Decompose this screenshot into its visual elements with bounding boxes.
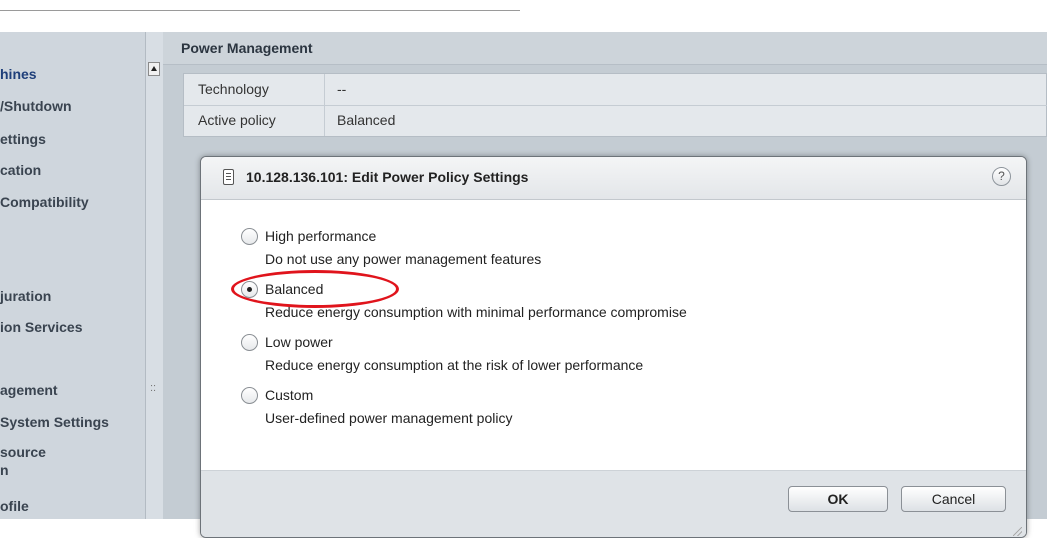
sidebar-item-power-management[interactable]: agement bbox=[0, 382, 150, 398]
help-icon[interactable]: ? bbox=[992, 167, 1011, 186]
radio-custom[interactable] bbox=[241, 387, 258, 404]
dialog-titlebar[interactable]: 10.128.136.101: Edit Power Policy Settin… bbox=[201, 157, 1026, 200]
radio-high-performance[interactable] bbox=[241, 228, 258, 245]
option-description: Reduce energy consumption with minimal p… bbox=[265, 304, 687, 320]
host-server-icon bbox=[223, 169, 234, 185]
navigation-sidebar: hines /Shutdown ettings cation Compatibi… bbox=[0, 32, 163, 519]
top-divider bbox=[0, 10, 520, 11]
sidebar-item-resource[interactable]: source bbox=[0, 444, 150, 460]
splitter-grip-icon[interactable]: :: bbox=[150, 382, 156, 394]
property-row-active-policy: Active policy Balanced bbox=[184, 105, 1047, 136]
radio-low-power[interactable] bbox=[241, 334, 258, 351]
ok-button[interactable]: OK bbox=[788, 486, 888, 512]
option-label[interactable]: High performance bbox=[265, 228, 376, 244]
option-description: Reduce energy consumption at the risk of… bbox=[265, 357, 644, 373]
sidebar-scrollbar[interactable]: :: bbox=[145, 32, 163, 519]
cancel-button[interactable]: Cancel bbox=[901, 486, 1006, 512]
property-value: Balanced bbox=[337, 112, 396, 128]
sidebar-item-settings[interactable]: ettings bbox=[0, 131, 150, 147]
sidebar-item-compatibility[interactable]: Compatibility bbox=[0, 194, 150, 210]
properties-table: Technology -- Active policy Balanced bbox=[183, 73, 1047, 137]
section-title: Power Management bbox=[181, 40, 313, 56]
scroll-up-arrow-icon[interactable] bbox=[148, 62, 160, 76]
edit-power-policy-dialog: 10.128.136.101: Edit Power Policy Settin… bbox=[200, 156, 1027, 538]
sidebar-item-configuration[interactable]: juration bbox=[0, 288, 150, 304]
option-description: User-defined power management policy bbox=[265, 410, 513, 426]
sidebar-item-profile[interactable]: ofile bbox=[0, 498, 150, 514]
sidebar-item-location[interactable]: cation bbox=[0, 162, 150, 178]
option-label[interactable]: Balanced bbox=[265, 281, 323, 297]
option-description: Do not use any power management features bbox=[265, 251, 542, 267]
property-key-cell: Active policy bbox=[184, 105, 325, 136]
property-key-cell: Technology bbox=[184, 74, 325, 105]
top-area bbox=[0, 0, 1047, 12]
sidebar-item-resource-line2[interactable]: n bbox=[0, 462, 150, 478]
resize-handle-icon[interactable] bbox=[1013, 527, 1022, 536]
option-label[interactable]: Low power bbox=[265, 334, 333, 350]
property-value: -- bbox=[337, 81, 347, 97]
sidebar-item-services[interactable]: ion Services bbox=[0, 319, 150, 335]
radio-balanced[interactable] bbox=[241, 281, 258, 298]
property-key: Active policy bbox=[198, 112, 276, 128]
dialog-footer: OK Cancel bbox=[201, 470, 1026, 537]
sidebar-item-virtual-machines[interactable]: hines bbox=[0, 66, 150, 82]
section-header: Power Management bbox=[163, 32, 1047, 65]
property-key: Technology bbox=[198, 81, 269, 97]
option-label[interactable]: Custom bbox=[265, 387, 313, 403]
property-row-technology: Technology -- bbox=[184, 74, 1047, 106]
sidebar-item-startup-shutdown[interactable]: /Shutdown bbox=[0, 98, 150, 114]
sidebar-item-system-settings[interactable]: System Settings bbox=[0, 414, 150, 430]
dialog-title: 10.128.136.101: Edit Power Policy Settin… bbox=[246, 169, 529, 185]
